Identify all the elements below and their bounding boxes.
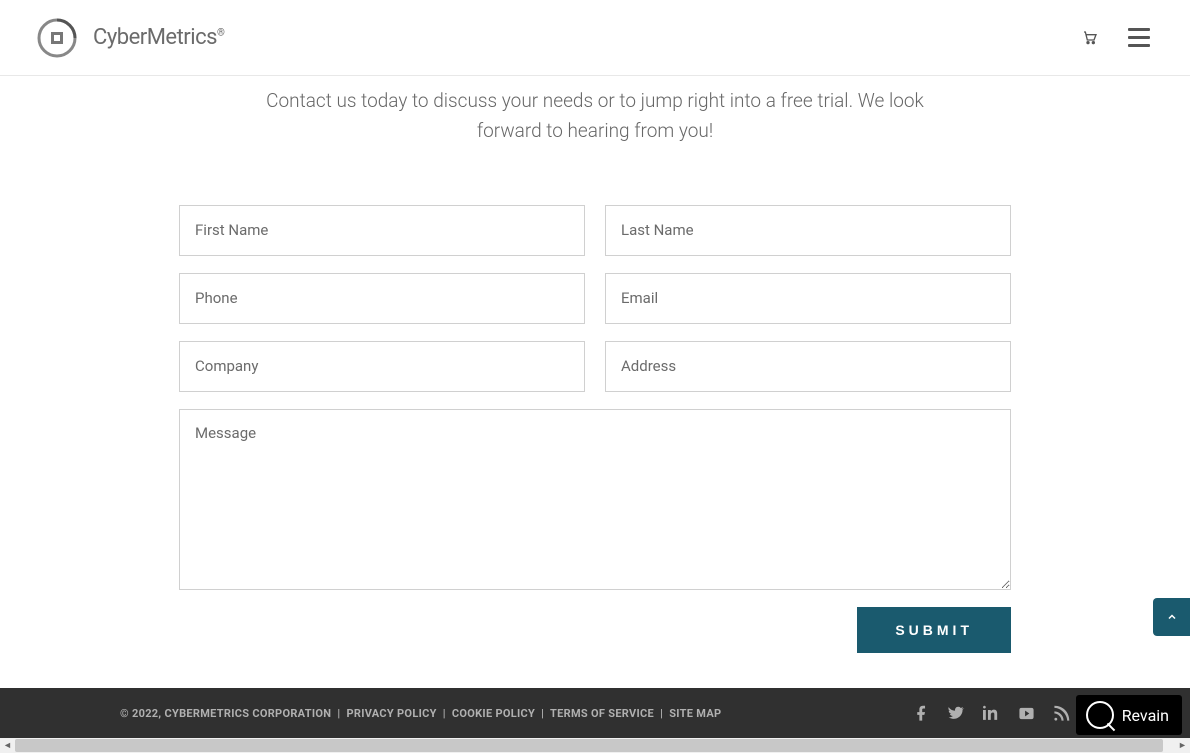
facebook-icon[interactable] (913, 705, 930, 722)
logo[interactable]: CyberMetrics® (35, 14, 224, 62)
revain-badge[interactable]: Revain (1076, 695, 1182, 735)
footer-legal: © 2022, CYBERMETRICS CORPORATION | PRIVA… (120, 707, 721, 720)
scroll-left-arrow[interactable]: ◄ (0, 738, 15, 753)
hamburger-menu-button[interactable] (1123, 23, 1155, 52)
terms-link[interactable]: TERMS OF SERVICE (550, 707, 654, 720)
linkedin-icon[interactable] (983, 705, 1000, 722)
contact-card: Contact us today to discuss your needs o… (59, 86, 1131, 693)
site-footer: © 2022, CYBERMETRICS CORPORATION | PRIVA… (0, 688, 1190, 738)
intro-text: Contact us today to discuss your needs o… (235, 86, 955, 147)
site-header: CyberMetrics® (0, 0, 1190, 76)
first-name-field[interactable] (179, 205, 585, 256)
submit-row: SUBMIT (179, 607, 1011, 653)
magnify-icon (1086, 701, 1114, 729)
rss-icon[interactable] (1053, 705, 1070, 722)
last-name-field[interactable] (605, 205, 1011, 256)
cart-icon[interactable] (1082, 30, 1098, 46)
sitemap-link[interactable]: SITE MAP (669, 707, 721, 720)
social-links (913, 705, 1070, 722)
company-field[interactable] (179, 341, 585, 392)
scroll-to-top-button[interactable] (1153, 598, 1190, 636)
cookie-link[interactable]: COOKIE POLICY (452, 707, 535, 720)
scroll-right-arrow[interactable]: ► (1175, 738, 1190, 753)
phone-field[interactable] (179, 273, 585, 324)
main-content: Contact us today to discuss your needs o… (0, 76, 1190, 693)
twitter-icon[interactable] (948, 705, 965, 722)
header-actions (1082, 23, 1155, 52)
youtube-icon[interactable] (1018, 705, 1035, 722)
message-wrap (179, 409, 1011, 594)
email-field[interactable] (605, 273, 1011, 324)
scroll-thumb[interactable] (15, 739, 1163, 752)
submit-button[interactable]: SUBMIT (857, 607, 1011, 653)
address-field[interactable] (605, 341, 1011, 392)
copyright-text: © 2022, CYBERMETRICS CORPORATION (120, 707, 331, 720)
horizontal-scrollbar[interactable]: ◄ ► (0, 738, 1190, 753)
message-field[interactable] (179, 409, 1011, 590)
logo-mark-icon (35, 14, 83, 62)
form-grid (179, 205, 1011, 392)
badge-label: Revain (1122, 706, 1169, 725)
privacy-link[interactable]: PRIVACY POLICY (346, 707, 436, 720)
logo-text: CyberMetrics® (93, 25, 224, 50)
scroll-track[interactable] (15, 738, 1175, 753)
